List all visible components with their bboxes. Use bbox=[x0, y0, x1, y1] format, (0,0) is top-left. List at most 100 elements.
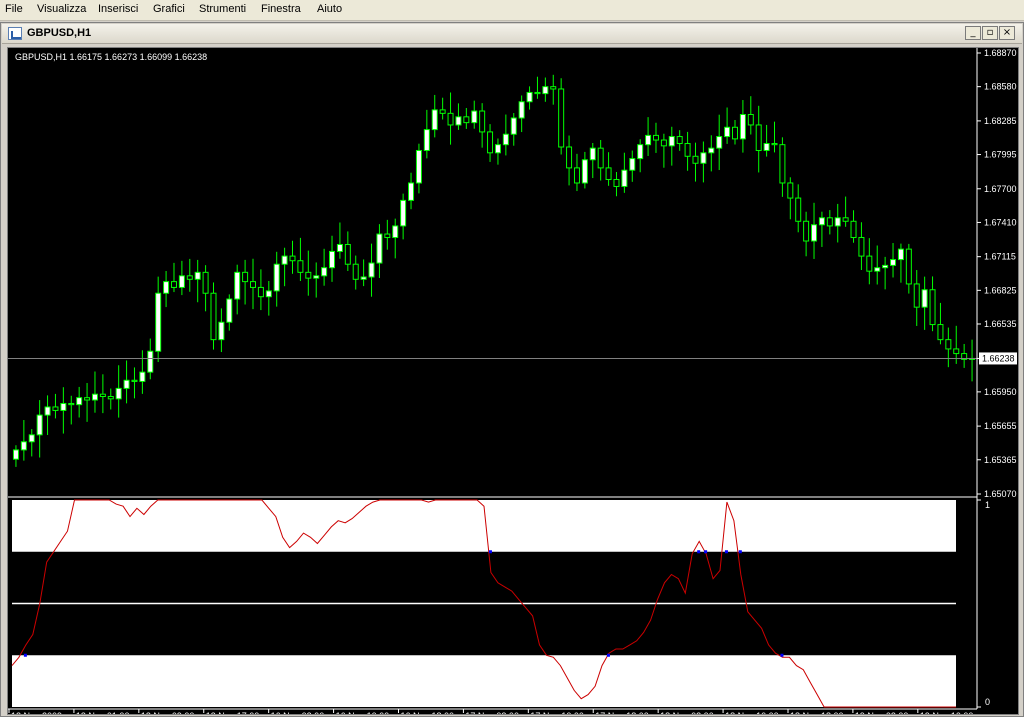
candle-body bbox=[139, 371, 146, 382]
candle-body bbox=[147, 350, 154, 373]
price-tick-label: 1.67995 bbox=[984, 150, 1017, 160]
time-tick-label: 18 Nov 10:00 bbox=[725, 711, 779, 714]
menu-bar: File Visualizza Inserisci Grafici Strume… bbox=[0, 0, 1024, 21]
candle-body bbox=[202, 271, 209, 294]
candle-body bbox=[858, 237, 865, 257]
candle-body bbox=[52, 406, 59, 411]
candle-body bbox=[423, 129, 430, 151]
price-tick-label: 1.65365 bbox=[984, 455, 1017, 465]
candle-body bbox=[660, 139, 667, 147]
candle-body bbox=[463, 116, 470, 124]
indicator-zone bbox=[12, 655, 956, 707]
candle-body bbox=[795, 197, 802, 222]
menu-aiuto[interactable]: Aiuto bbox=[317, 3, 342, 15]
indicator-signal-marker bbox=[738, 550, 742, 554]
candle-body bbox=[76, 397, 83, 406]
indicator-tick-label: 0 bbox=[985, 697, 990, 707]
candle-body bbox=[487, 131, 494, 154]
indicator-signal-marker bbox=[780, 653, 784, 657]
current-price-label: 1.66238 bbox=[982, 353, 1015, 363]
menu-inserisci[interactable]: Inserisci bbox=[98, 3, 138, 15]
candle-body bbox=[897, 248, 904, 261]
time-tick-label: 19 Nov 10:00 bbox=[920, 711, 974, 714]
candle-body bbox=[218, 321, 225, 341]
candle-body bbox=[573, 167, 580, 184]
price-axis: 1.68870 1.68580 1.68285 1.67995 1.67700 1.674… bbox=[977, 48, 1017, 499]
candle-body bbox=[297, 260, 304, 273]
candle-body bbox=[257, 286, 264, 298]
candle-body bbox=[945, 339, 952, 350]
close-button[interactable]: × bbox=[999, 26, 1015, 40]
price-tick-label: 1.67410 bbox=[984, 217, 1017, 227]
candle-body bbox=[510, 117, 517, 135]
candle-body bbox=[652, 134, 659, 141]
candle-body bbox=[779, 144, 786, 184]
candle-body bbox=[534, 91, 541, 95]
time-tick-label: 13 Nov 09:00 bbox=[141, 711, 195, 714]
candle-body bbox=[692, 155, 699, 164]
candle-body bbox=[826, 217, 833, 227]
indicator-signal-marker bbox=[697, 550, 701, 554]
price-tick-label: 1.66535 bbox=[984, 319, 1017, 329]
candle-body bbox=[250, 281, 256, 288]
candle-body bbox=[155, 292, 162, 352]
candle-body bbox=[471, 110, 478, 124]
candle-body bbox=[613, 178, 620, 187]
candle-body bbox=[123, 379, 130, 389]
candle-body bbox=[724, 126, 731, 138]
price-tick-label: 1.68285 bbox=[984, 116, 1017, 126]
candle-body bbox=[866, 255, 873, 272]
menu-strumenti[interactable]: Strumenti bbox=[199, 3, 246, 15]
candle-body bbox=[874, 267, 881, 272]
time-tick-label: 16 Nov 10:00 bbox=[336, 711, 390, 714]
candle-body bbox=[68, 402, 75, 406]
candle-body bbox=[787, 182, 794, 199]
candle-body bbox=[676, 136, 683, 145]
candle-body bbox=[321, 267, 328, 277]
candle-body bbox=[84, 397, 91, 401]
window-title-bar[interactable]: GBPUSD,H1 _ ▫ × bbox=[2, 24, 1022, 44]
candle-body bbox=[597, 147, 604, 169]
minimize-button[interactable]: _ bbox=[965, 26, 981, 40]
candle-body bbox=[234, 271, 241, 300]
candle-body bbox=[842, 217, 849, 222]
candle-body bbox=[289, 255, 296, 262]
candle-body bbox=[273, 263, 280, 292]
candle-body bbox=[566, 146, 573, 169]
candle-body bbox=[60, 402, 67, 411]
candle-body bbox=[447, 112, 454, 126]
time-tick-label: 17 Nov 10:00 bbox=[530, 711, 584, 714]
time-tick-label: 13 Nov 01:00 bbox=[76, 711, 130, 714]
menu-grafici[interactable]: Grafici bbox=[153, 3, 185, 15]
candle-body bbox=[20, 441, 27, 451]
candle-body bbox=[186, 275, 193, 280]
candle-body bbox=[36, 414, 43, 436]
price-tick-label: 1.67700 bbox=[984, 184, 1017, 194]
indicator-signal-marker bbox=[724, 550, 728, 554]
restore-button[interactable]: ▫ bbox=[982, 26, 998, 40]
menu-file[interactable]: File bbox=[5, 3, 23, 15]
candle-body bbox=[242, 271, 249, 283]
candle-body bbox=[360, 276, 367, 280]
candle-body bbox=[131, 379, 138, 382]
candle-body bbox=[882, 264, 889, 269]
time-tick-label: 18 Nov 02:00 bbox=[660, 711, 714, 714]
candle-body bbox=[708, 147, 715, 154]
candle-body bbox=[44, 406, 51, 416]
indicator-signal-marker bbox=[23, 653, 27, 657]
candle-body bbox=[431, 109, 438, 131]
candle-body bbox=[645, 134, 652, 146]
time-tick-label: 19 Nov 02:00 bbox=[855, 711, 909, 714]
candle-body bbox=[629, 158, 636, 171]
price-chart-svg[interactable]: 1.68870 1.68580 1.68285 1.67995 1.67700 1.674… bbox=[8, 48, 1018, 714]
candle-body bbox=[526, 91, 533, 103]
menu-finestra[interactable]: Finestra bbox=[261, 3, 301, 15]
candle-body bbox=[905, 248, 912, 285]
price-tick-label: 1.66825 bbox=[984, 285, 1017, 295]
candle-body bbox=[12, 449, 19, 460]
price-tick-label: 1.65070 bbox=[984, 489, 1017, 499]
candle-body bbox=[281, 255, 288, 265]
chart-area[interactable]: 1.68870 1.68580 1.68285 1.67995 1.67700 1.674… bbox=[7, 47, 1019, 715]
menu-visualizza[interactable]: Visualizza bbox=[37, 3, 86, 15]
candle-body bbox=[637, 144, 644, 160]
